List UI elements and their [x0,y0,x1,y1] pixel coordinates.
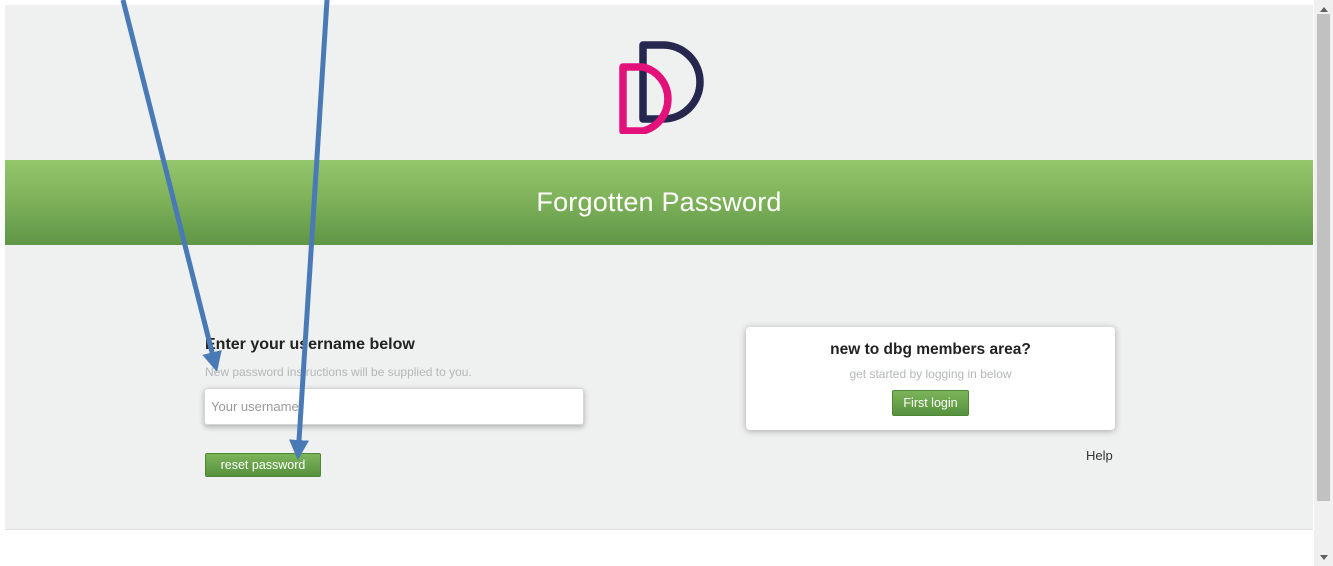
page-background: Forgotten Password Enter your username b… [5,5,1313,530]
page-header-banner: Forgotten Password [5,160,1313,245]
new-user-card-title: new to dbg members area? [830,341,1031,358]
scroll-down-icon[interactable] [1314,549,1333,566]
reset-form-subtext: New password instructions will be suppli… [205,365,472,379]
first-login-button[interactable]: First login [892,390,969,416]
vertical-scrollbar[interactable] [1314,0,1333,566]
reset-form-heading: Enter your username below [205,336,415,353]
new-user-card-subtext: get started by logging in below [849,367,1012,381]
username-input[interactable] [204,388,584,425]
page-title: Forgotten Password [536,187,782,217]
reset-password-button[interactable]: reset password [205,453,321,477]
help-link[interactable]: Help [1086,448,1113,463]
new-user-card: new to dbg members area? get started by … [746,327,1115,430]
scrollbar-thumb[interactable] [1317,14,1330,501]
dbg-logo [619,41,704,134]
